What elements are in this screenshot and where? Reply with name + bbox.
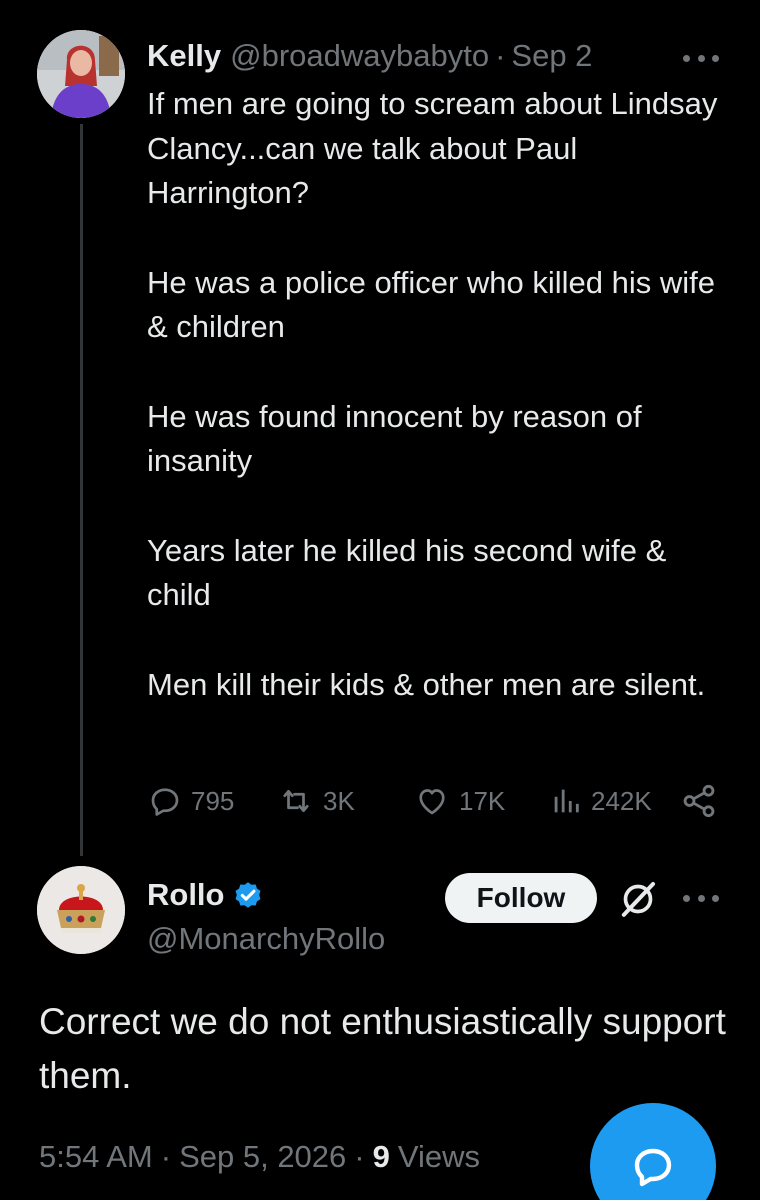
avatar-kelly[interactable] bbox=[37, 30, 125, 118]
reply-author-name[interactable]: Rollo bbox=[147, 877, 225, 913]
avatar-rollo-crown-image bbox=[37, 866, 125, 954]
reply-button[interactable]: 795 bbox=[147, 781, 234, 821]
reply-views-count: 9 bbox=[372, 1139, 390, 1174]
tweet-date[interactable]: Sep 2 bbox=[511, 38, 592, 74]
compose-reply-icon bbox=[634, 1148, 672, 1187]
thread-connector-line bbox=[80, 124, 83, 856]
reply-date[interactable]: Sep 5, 2026 bbox=[179, 1139, 346, 1175]
author-name[interactable]: Kelly bbox=[147, 38, 221, 74]
reply-author-row: Rollo bbox=[147, 873, 265, 917]
reply-count: 795 bbox=[191, 785, 235, 816]
verified-badge-icon[interactable] bbox=[231, 878, 265, 912]
avatar-rollo[interactable] bbox=[37, 866, 125, 954]
more-dots-icon[interactable] bbox=[683, 892, 719, 904]
tweet-paragraph: Years later he killed his second wife & … bbox=[147, 532, 667, 613]
retweet-icon bbox=[283, 789, 309, 813]
compose-reply-button[interactable] bbox=[590, 1103, 716, 1200]
tweet-thread-screen: Kelly @broadwaybabyto · Sep 2 If men are… bbox=[0, 0, 760, 1200]
reply-author-handle[interactable]: @MonarchyRollo bbox=[147, 917, 385, 961]
more-dots-icon[interactable] bbox=[683, 52, 719, 64]
grok-icon[interactable] bbox=[618, 879, 658, 919]
reply-metadata: 5:54 AM · Sep 5, 2026 · 9 Views bbox=[39, 1134, 480, 1180]
share-button[interactable] bbox=[680, 781, 718, 821]
reply-icon bbox=[151, 788, 179, 816]
avatar-kelly-image bbox=[37, 30, 125, 118]
tweet-paragraph: If men are going to scream about Lindsay… bbox=[147, 86, 718, 210]
meta-separator: · bbox=[160, 1139, 172, 1174]
follow-button[interactable]: Follow bbox=[445, 873, 597, 923]
retweet-button[interactable]: 3K bbox=[277, 781, 355, 821]
views-count: 242K bbox=[591, 785, 652, 816]
heart-icon bbox=[419, 789, 445, 815]
tweet-paragraph: He was found innocent by reason of insan… bbox=[147, 398, 642, 479]
header-separator: · bbox=[495, 38, 506, 73]
reply-time[interactable]: 5:54 AM bbox=[39, 1139, 153, 1175]
tweet-paragraph: Men kill their kids & other men are sile… bbox=[147, 666, 706, 702]
author-handle[interactable]: @broadwaybabyto bbox=[230, 38, 489, 74]
reply-tweet-text: Correct we do not enthusiastically suppo… bbox=[39, 1001, 726, 1096]
views-bar-icon bbox=[554, 789, 579, 813]
like-count: 17K bbox=[459, 785, 506, 816]
retweet-count: 3K bbox=[323, 785, 355, 816]
parent-tweet-header: Kelly @broadwaybabyto · Sep 2 bbox=[147, 34, 592, 78]
share-icon bbox=[683, 784, 715, 818]
tweet-paragraph: He was a police officer who killed his w… bbox=[147, 264, 716, 345]
views-button[interactable]: 242K bbox=[549, 781, 652, 821]
parent-tweet-body: If men are going to scream about Lindsay… bbox=[147, 82, 737, 707]
like-button[interactable]: 17K bbox=[413, 781, 505, 821]
reply-views-label: Views bbox=[397, 1139, 480, 1174]
meta-separator: · bbox=[354, 1139, 365, 1174]
